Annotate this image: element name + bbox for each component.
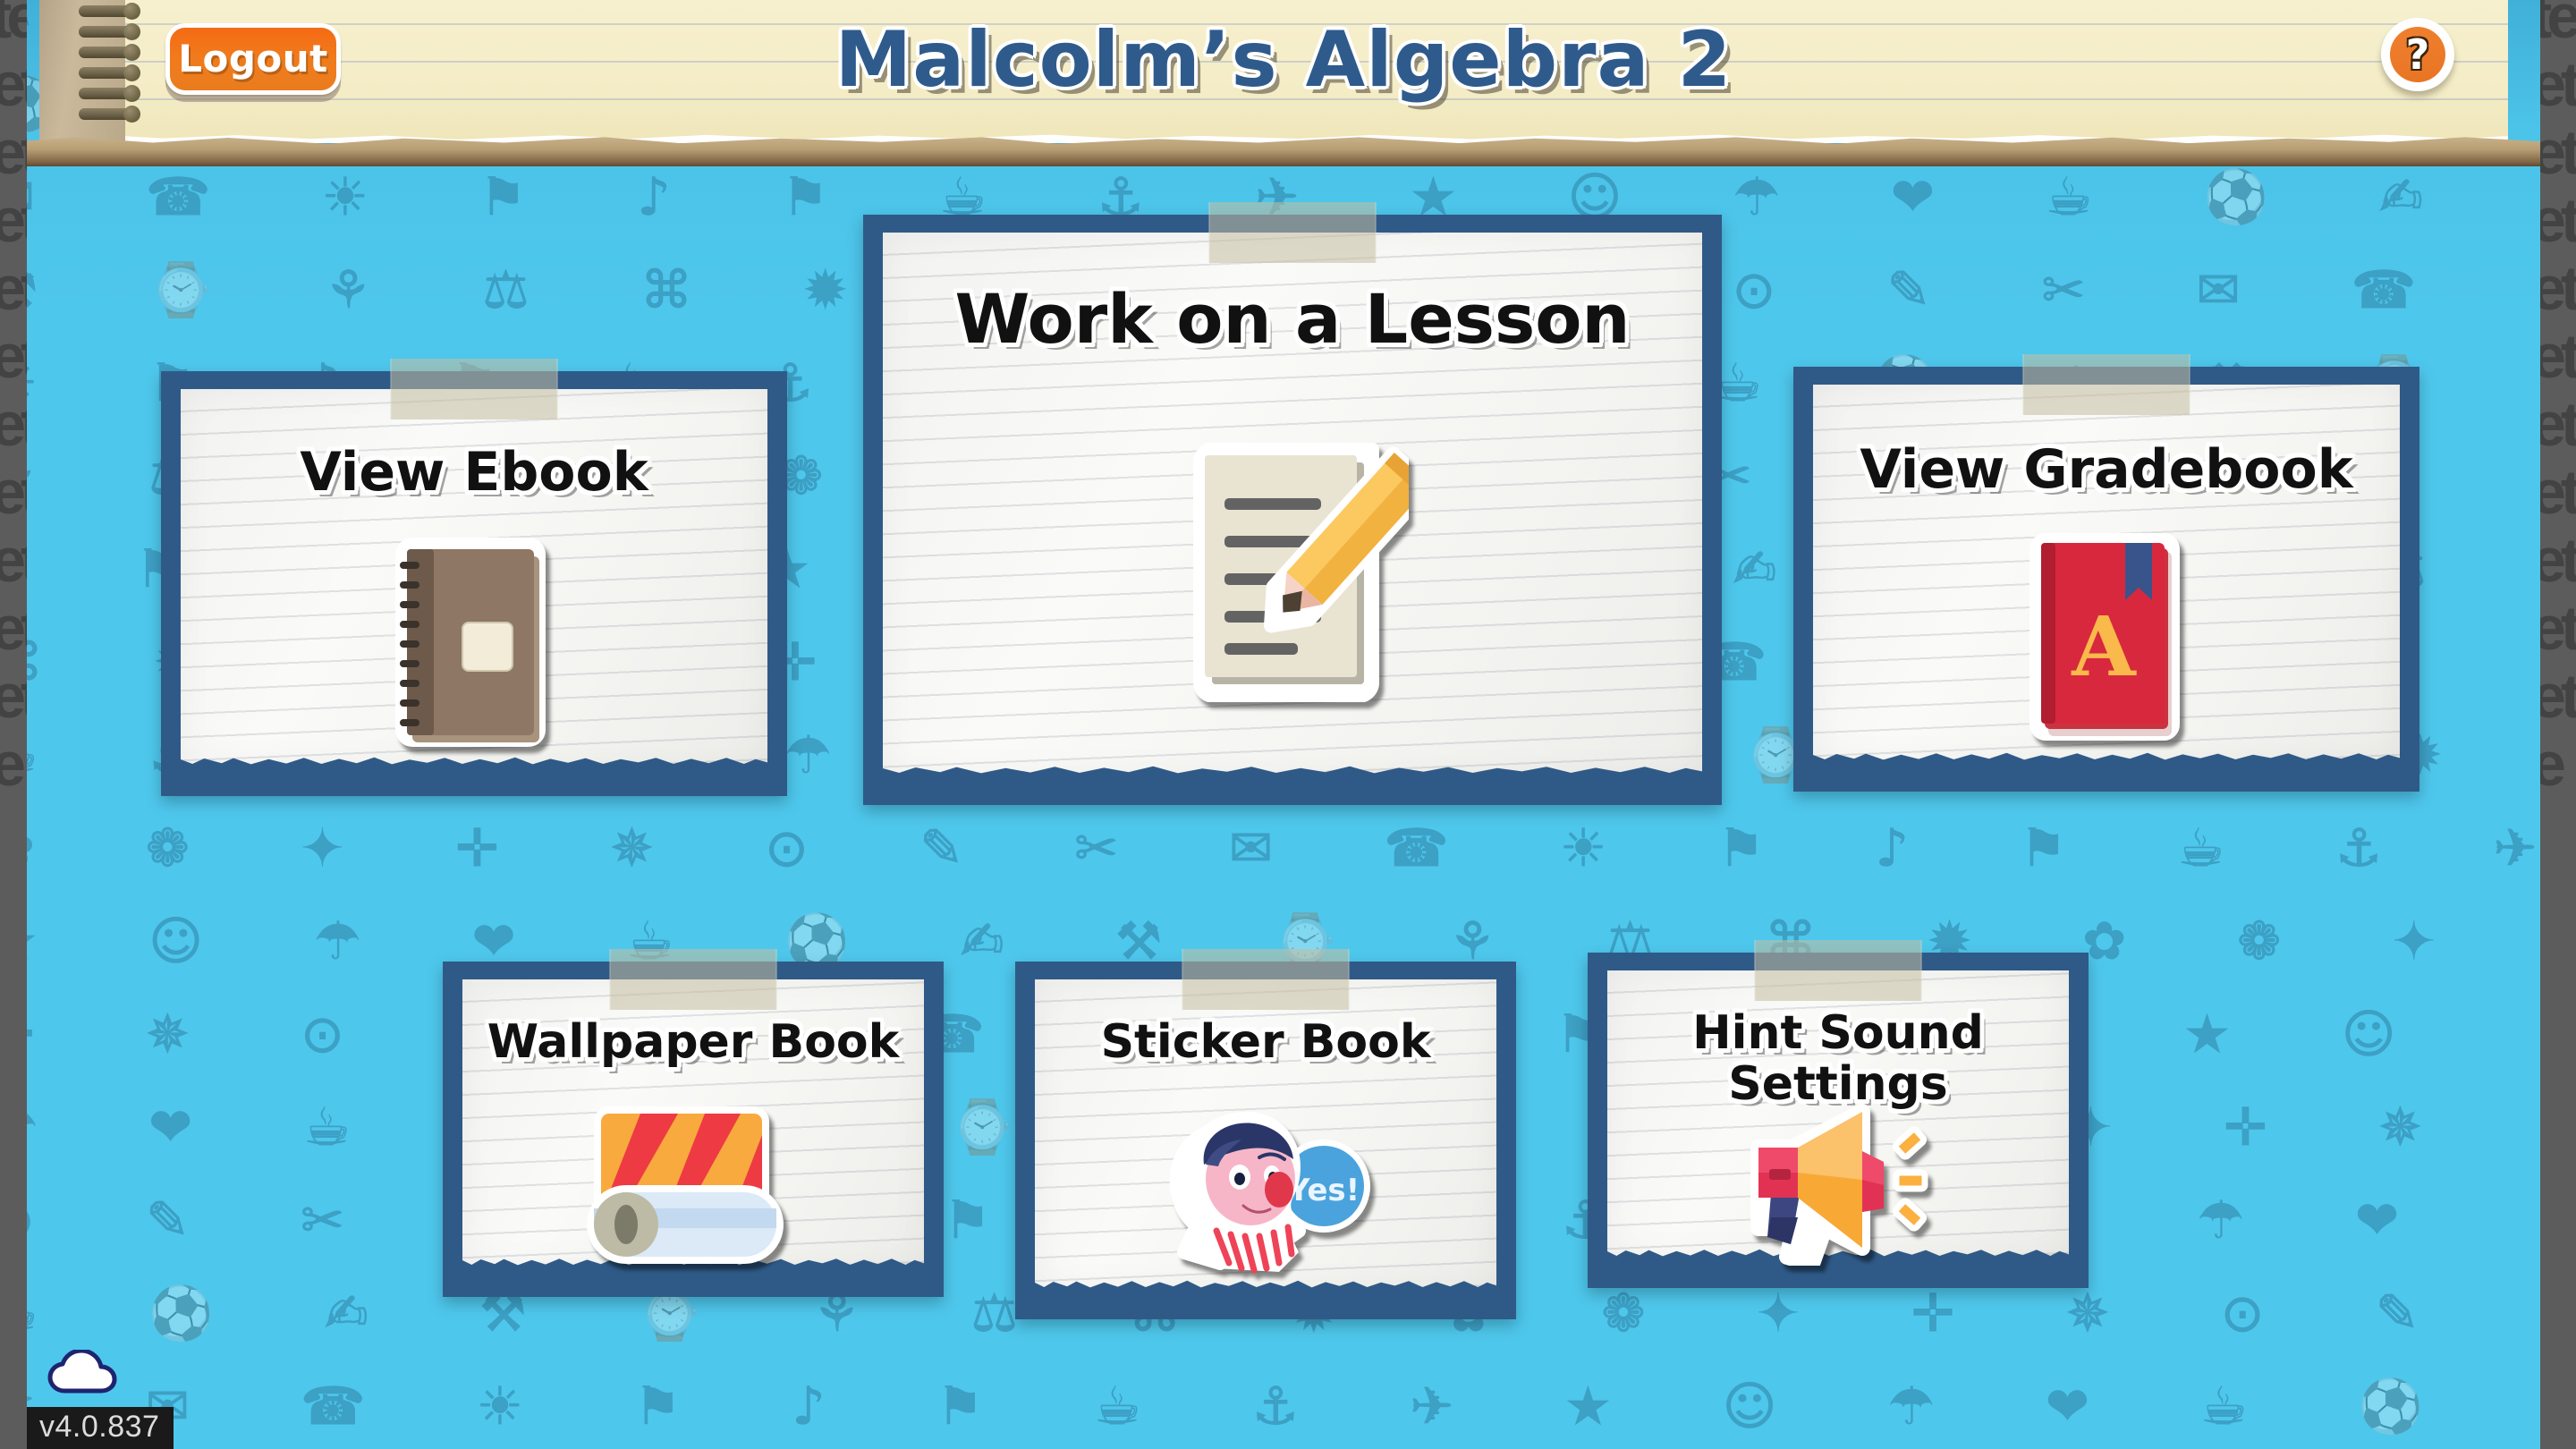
card-work-on-a-lesson[interactable]: Work on a Lesson [863,202,1722,805]
question-mark-icon: ? [2390,27,2445,82]
tape-strip [1754,940,1922,1001]
tape-strip [390,359,558,419]
screen-root: tetetetetetetetetetetetetetetetetetetete… [0,0,2576,1449]
brown-notebook-icon [161,537,787,751]
letterbox-left: tetetetetetetetetetetetetetetetetetetete… [0,0,27,1449]
version-label: v4.0.837 [27,1406,174,1449]
card-label: Work on a Lesson [954,279,1631,359]
paper-and-pencil-icon [863,443,1722,702]
gradebook-cover-letter: A [2071,598,2137,695]
red-book-with-a-grade-icon: A [1793,532,2419,747]
cloud-icon [47,1348,118,1402]
card-label: View Ebook [300,441,648,504]
tape-strip [2022,354,2190,415]
card-sticker-book[interactable]: Sticker Book Yes! [1015,949,1516,1319]
boy-sticker-with-yes-bubble-icon: Yes! [1015,1100,1516,1279]
card-label: Sticker Book [1100,1015,1431,1069]
tape-strip [609,949,777,1010]
app-viewport: ✎ ✂ ✉ ☎ ☀ ⚑ ♪ ⚑ ☕ ⚓ ✈ ★ ☺ ☂ ❤ ☕ ⚽ ✍ ⚒ ⌚ … [27,0,2540,1449]
megaphone-icon [1588,1096,2089,1266]
help-button-label: ? [2405,30,2430,79]
letterbox-right-texture: tetetetetetetetetetetetetetetetetetetete… [2540,0,2576,799]
letterbox-left-texture: tetetetetetetetetetetetetetetetetetetete… [0,0,27,799]
card-view-gradebook[interactable]: View Gradebook A [1793,354,2419,792]
card-hint-sound-settings[interactable]: Hint Sound Settings [1588,940,2089,1288]
tape-strip [1182,949,1350,1010]
help-button[interactable]: ? [2381,18,2454,91]
wallpaper-roll-icon [443,1105,944,1275]
card-label: Wallpaper Book [487,1015,900,1069]
tape-strip [1208,202,1377,263]
card-label: View Gradebook [1860,438,2353,501]
card-wallpaper-book[interactable]: Wallpaper Book [443,949,944,1297]
card-view-ebook[interactable]: View Ebook [161,359,787,796]
letterbox-right: tetetetetetetetetetetetetetetetetetetete… [2540,0,2576,1449]
page-title: Malcolm’s Algebra 2 [835,15,1733,105]
header-bar: Logout Malcolm’s Algebra 2 ? [27,0,2540,166]
